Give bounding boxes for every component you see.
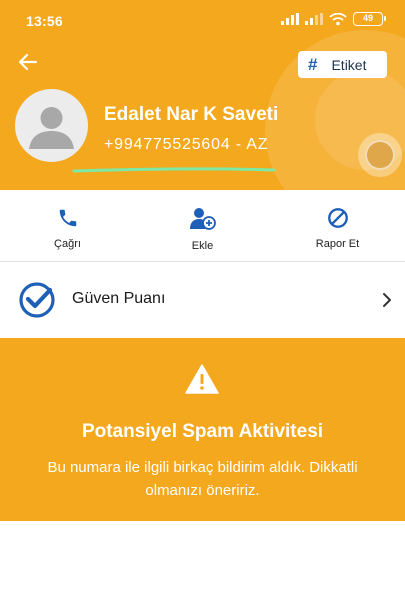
highlight-underline xyxy=(72,167,276,173)
add-contact-button[interactable]: Ekle xyxy=(135,190,270,261)
contact-name: Edalet Nar K Saveti xyxy=(104,104,279,125)
add-label: Ekle xyxy=(191,240,214,252)
report-button[interactable]: Rapor Et xyxy=(270,190,405,261)
action-bar: Çağrı Ekle Rapor Et xyxy=(0,190,405,262)
caller-badge-icon xyxy=(365,140,395,170)
tag-button[interactable]: # Etiket xyxy=(298,51,387,78)
battery-icon: 49 xyxy=(353,12,386,26)
signal-icon xyxy=(305,13,323,25)
status-bar: 13:56 49 xyxy=(0,0,405,40)
wifi-icon xyxy=(329,12,347,25)
avatar xyxy=(15,89,88,162)
block-icon xyxy=(327,208,348,228)
phone-number: +994775525604 - AZ xyxy=(104,136,269,153)
person-icon xyxy=(29,107,74,149)
hash-icon: # xyxy=(308,54,318,74)
warning-icon xyxy=(185,364,219,394)
chevron-right-icon xyxy=(383,293,391,307)
signal-icon xyxy=(281,13,299,25)
check-badge-icon xyxy=(19,282,55,318)
tag-button-label: Etiket xyxy=(331,56,367,73)
spam-warning-title: Potansiyel Spam Aktivitesi xyxy=(81,421,324,442)
spam-warning-description: Bu numara ile ilgili birkaç bildirim ald… xyxy=(47,459,358,499)
call-button[interactable]: Çağrı xyxy=(0,190,135,261)
call-label: Çağrı xyxy=(54,238,81,250)
report-label: Rapor Et xyxy=(315,238,360,250)
add-contact-icon xyxy=(189,208,216,230)
back-button[interactable] xyxy=(16,50,40,74)
status-icons: 49 xyxy=(281,12,386,26)
spam-warning-panel: Potansiyel Spam Aktivitesi Bu numara ile… xyxy=(0,338,405,521)
trust-score-label: Güven Puanı xyxy=(72,290,166,307)
trust-score-row[interactable]: Güven Puanı xyxy=(0,263,405,337)
phone-icon xyxy=(59,209,76,227)
caller-badge[interactable] xyxy=(358,133,402,177)
arrow-left-icon xyxy=(18,53,38,71)
status-time: 13:56 xyxy=(26,13,63,29)
